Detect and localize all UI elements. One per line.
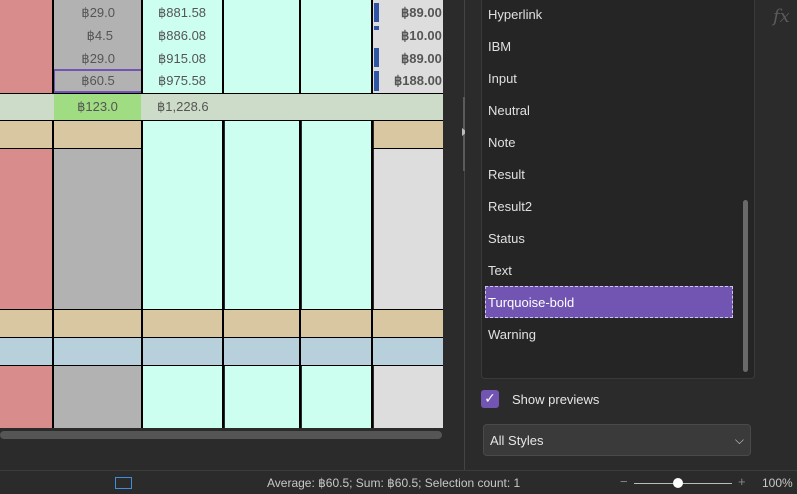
cell-c4[interactable]: ฿975.58 (158, 70, 228, 92)
cell-c3[interactable]: ฿915.08 (158, 48, 228, 70)
style-item-text[interactable]: Text (485, 254, 733, 286)
cell-b2[interactable]: ฿4.5 (53, 25, 117, 47)
zoom-slider[interactable] (634, 483, 732, 484)
status-bar: Average: ฿60.5; Sum: ฿60.5; Selection co… (0, 470, 797, 494)
bottom-a[interactable] (0, 366, 53, 428)
cell-c1[interactable]: ฿881.58 (158, 2, 228, 24)
zoom-slider-knob[interactable] (673, 478, 684, 488)
bottom-c[interactable] (143, 366, 224, 428)
style-item-status[interactable]: Status (485, 222, 733, 254)
style-item-neutral[interactable]: Neutral (485, 94, 733, 126)
body-a[interactable] (0, 148, 53, 309)
grid-line-h4 (0, 309, 443, 310)
cell-b3[interactable]: ฿29.0 (53, 48, 119, 70)
cell-c2[interactable]: ฿886.08 (158, 25, 228, 47)
cell-g4[interactable]: ฿188.00 (394, 70, 443, 92)
cell-g1[interactable]: ฿89.00 (401, 2, 443, 24)
styles-list-scrollbar[interactable] (743, 0, 748, 372)
body-e[interactable] (302, 121, 373, 309)
zoom-in-button[interactable]: + (738, 474, 746, 489)
selection-mode-icon[interactable] (115, 477, 132, 489)
style-filter-dropdown[interactable]: All Styles ⌵ (483, 424, 751, 456)
sidebar-splitter[interactable] (453, 0, 470, 470)
horizontal-scrollbar[interactable] (0, 431, 442, 439)
style-item-note[interactable]: Note (485, 126, 733, 158)
data-bar-g1 (374, 3, 379, 22)
scrollbar-thumb[interactable] (743, 200, 748, 372)
chevron-down-icon: ⌵ (734, 433, 744, 447)
cell-b4-selected[interactable]: ฿60.5 (53, 69, 143, 93)
style-item-result[interactable]: Result (485, 158, 733, 190)
tan-row-a[interactable] (0, 121, 53, 148)
grid-line-v4 (299, 0, 301, 94)
grid-line-v3 (222, 0, 224, 94)
grid-line-h5 (0, 337, 443, 338)
show-previews-checkbox[interactable]: ✓ (481, 390, 499, 408)
column-a-fill[interactable] (0, 0, 53, 94)
grid-line-v4b (299, 120, 301, 428)
grid-line-h1 (0, 93, 443, 94)
body-b[interactable] (54, 148, 142, 309)
checkmark-icon: ✓ (484, 391, 496, 407)
grid-line-h6 (0, 365, 443, 366)
style-item-turquoise-bold[interactable]: Turquoise-bold (485, 286, 733, 318)
selection-summary: Average: ฿60.5; Sum: ฿60.5; Selection co… (267, 476, 521, 490)
column-e-fill[interactable] (301, 0, 373, 94)
style-item-input[interactable]: Input (485, 62, 733, 94)
style-item-result2[interactable]: Result2 (485, 190, 733, 222)
grid-line-v5 (371, 0, 373, 94)
data-bar-g3 (374, 48, 379, 67)
bottom-e[interactable] (302, 366, 373, 428)
grid-line-v5b (371, 120, 373, 428)
show-previews-label[interactable]: Show previews (512, 392, 599, 407)
cell-b1[interactable]: ฿29.0 (53, 2, 119, 24)
zoom-level[interactable]: 100% (762, 476, 793, 490)
data-bar-g2 (374, 26, 379, 30)
style-filter-value: All Styles (490, 433, 544, 448)
grid-line-v2 (141, 0, 143, 94)
grid-line-h2 (0, 120, 443, 121)
tan-row-g[interactable] (374, 121, 443, 148)
grid-line-v2b (141, 120, 143, 428)
bottom-d[interactable] (225, 366, 301, 428)
spreadsheet-grid[interactable]: ฿29.0 ฿4.5 ฿29.0 ฿60.5 ฿881.58 ฿886.08 ฿… (0, 0, 443, 428)
column-d-fill[interactable] (224, 0, 301, 94)
styles-list[interactable]: Hyperlink IBM Input Neutral Note Result Result… (481, 0, 755, 379)
grid-line-v1 (52, 0, 54, 94)
zoom-out-button[interactable]: − (620, 474, 628, 489)
body-c[interactable] (143, 121, 224, 309)
grid-line-h3g (373, 148, 443, 149)
body-g[interactable] (374, 148, 443, 309)
fx-icon: fx (773, 6, 790, 27)
data-bar-g4 (374, 71, 379, 91)
style-item-ibm[interactable]: IBM (485, 30, 733, 62)
body-d[interactable] (225, 121, 301, 309)
grid-line-v1b (52, 120, 54, 428)
style-item-hyperlink[interactable]: Hyperlink (485, 0, 733, 30)
cell-g3[interactable]: ฿89.00 (401, 48, 443, 70)
tan-row-b[interactable] (54, 121, 142, 148)
styles-panel: Hyperlink IBM Input Neutral Note Result Result… (465, 0, 797, 470)
grid-line-h3 (0, 148, 143, 149)
style-item-warning[interactable]: Warning (485, 318, 733, 350)
bottom-b[interactable] (54, 366, 142, 428)
total-c-cell[interactable]: ฿1,228.6 (157, 94, 247, 120)
grid-line-v3b (222, 120, 224, 428)
total-b-cell[interactable]: ฿123.0 (54, 94, 141, 120)
bottom-g[interactable] (374, 366, 443, 428)
cell-g2[interactable]: ฿10.00 (401, 25, 443, 47)
